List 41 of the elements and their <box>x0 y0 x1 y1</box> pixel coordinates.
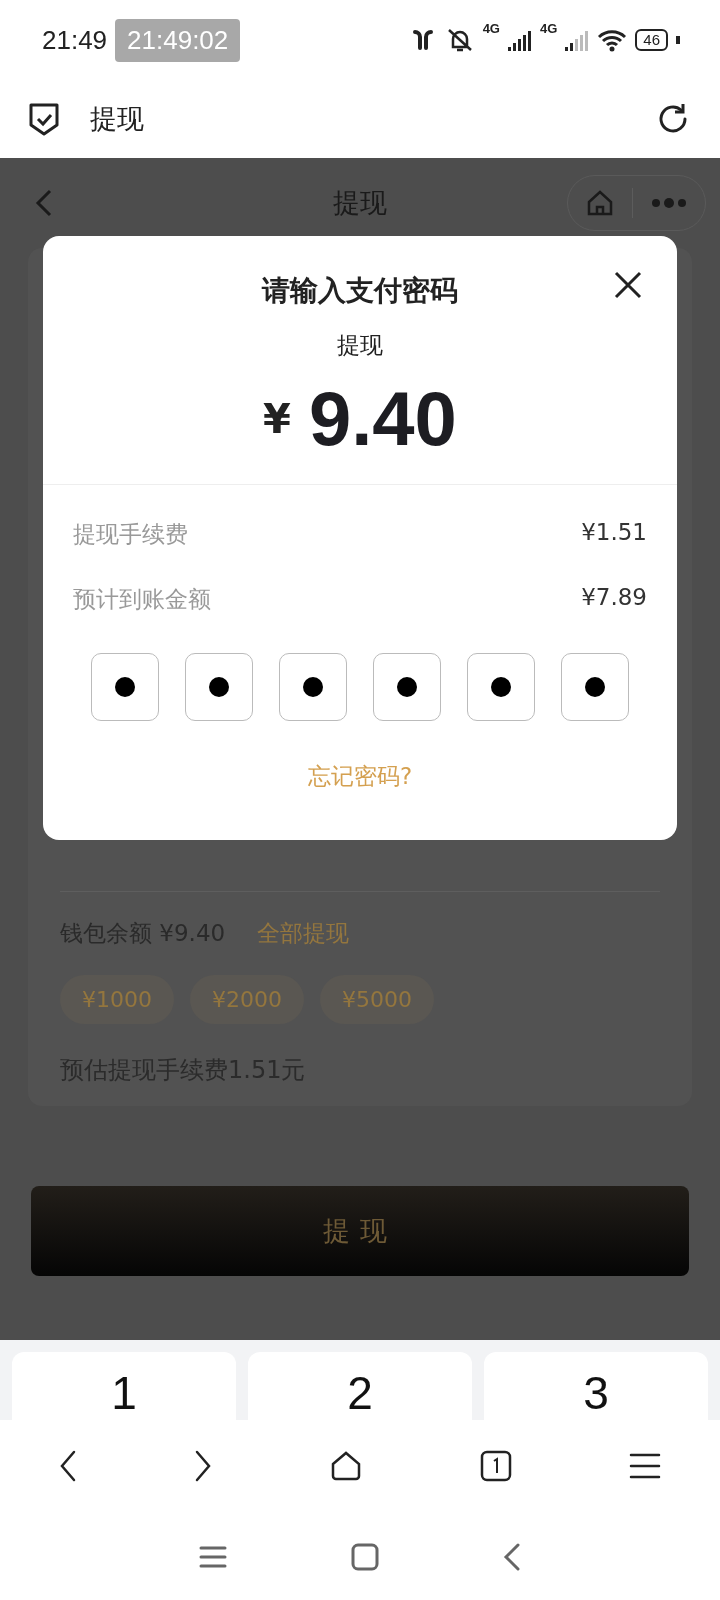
fee-value: ¥1.51 <box>581 519 647 547</box>
signal-icon <box>565 29 590 51</box>
keypad-key[interactable]: 1 <box>12 1352 236 1420</box>
keypad-key[interactable]: 3 <box>484 1352 708 1420</box>
network-label: 4G <box>482 21 500 36</box>
fee-label: 预计到账金额 <box>73 585 211 614</box>
close-icon[interactable] <box>613 270 643 300</box>
battery-tip-icon <box>676 36 680 44</box>
amount-chip[interactable]: ¥2000 <box>190 975 304 1024</box>
recording-timer: 21:49:02 <box>115 18 241 62</box>
fee-value: ¥7.89 <box>581 584 647 612</box>
pin-box[interactable] <box>561 653 629 721</box>
keypad-key[interactable]: 2 <box>248 1352 472 1420</box>
wifi-icon <box>597 28 628 52</box>
shield-check-icon <box>28 102 60 136</box>
amount-chip[interactable]: ¥5000 <box>320 975 434 1024</box>
menu-icon[interactable] <box>629 1452 662 1480</box>
withdraw-all-link[interactable]: 全部提现 <box>257 918 350 949</box>
pin-box[interactable] <box>279 653 347 721</box>
withdraw-button[interactable]: 提现 <box>31 1186 689 1276</box>
back-icon[interactable] <box>58 1450 77 1482</box>
square-icon[interactable] <box>351 1543 379 1571</box>
dialog-title: 请输入支付密码 <box>262 273 458 309</box>
status-time: 21:49 <box>42 24 108 56</box>
page-title: 提现 <box>90 102 144 136</box>
forgot-password-link[interactable]: 忘记密码? <box>307 761 413 792</box>
pin-box[interactable] <box>373 653 441 721</box>
battery-level: 46 <box>635 29 668 51</box>
network-label: 4G <box>539 21 558 36</box>
currency-symbol: ¥ <box>263 395 291 442</box>
fee-label: 提现手续费 <box>73 520 188 549</box>
home-icon[interactable] <box>330 1450 362 1482</box>
pin-box[interactable] <box>185 653 253 721</box>
pin-box[interactable] <box>91 653 159 721</box>
dialog-subtitle: 提现 <box>337 331 383 360</box>
pin-box[interactable] <box>467 653 535 721</box>
forward-icon[interactable] <box>194 1450 213 1482</box>
signal-icon <box>507 29 532 51</box>
withdraw-amount: 9.40 <box>308 375 457 462</box>
tabs-icon[interactable] <box>479 1450 512 1482</box>
amount-chip[interactable]: ¥1000 <box>60 975 174 1024</box>
